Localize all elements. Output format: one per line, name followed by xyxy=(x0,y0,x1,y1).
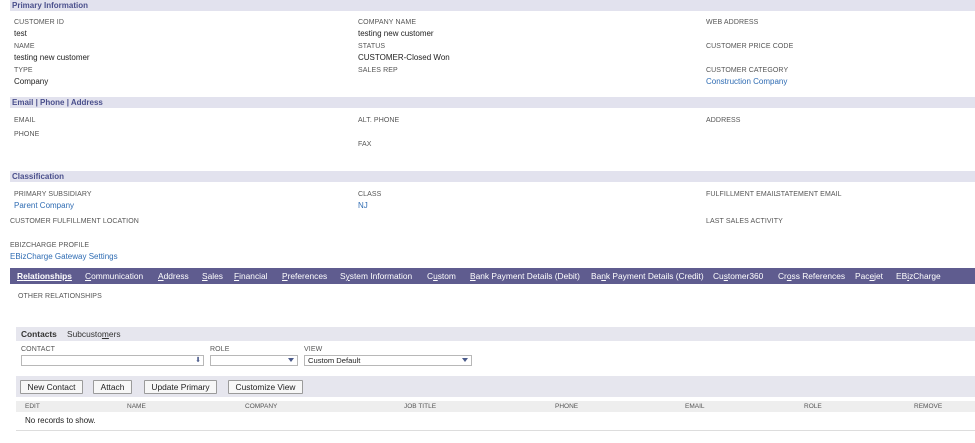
tab-bank-payment-debit[interactable]: Bank Payment Details (Debit) xyxy=(470,268,580,284)
type-value: Company xyxy=(14,77,49,86)
attach-button[interactable]: Attach xyxy=(93,380,132,394)
column-header-phone[interactable]: PHONE xyxy=(555,401,578,412)
class-link[interactable]: NJ xyxy=(358,201,368,210)
subsidiary-label: PRIMARY SUBSIDIARY xyxy=(14,191,92,198)
category-label: CUSTOMER CATEGORY xyxy=(706,67,789,74)
tab-address[interactable]: Address xyxy=(158,268,189,284)
fulfillment-location-label: CUSTOMER FULFILLMENT LOCATION xyxy=(10,218,139,225)
subtab-contacts[interactable]: Contacts xyxy=(21,327,57,341)
column-header-name[interactable]: NAME xyxy=(127,401,146,412)
column-header-remove[interactable]: REMOVE xyxy=(914,401,942,412)
phone-label: PHONE xyxy=(14,131,40,138)
column-header-role[interactable]: ROLE xyxy=(804,401,822,412)
role-filter-label: ROLE xyxy=(210,346,230,353)
category-link[interactable]: Construction Company xyxy=(706,77,787,86)
company-name-label: COMPANY NAME xyxy=(358,19,417,26)
view-filter-value: Custom Default xyxy=(308,356,361,365)
tab-communication[interactable]: Communication xyxy=(85,268,143,284)
tab-custom[interactable]: Custom xyxy=(427,268,456,284)
empty-table-message: No records to show. xyxy=(25,416,96,425)
fulfillment-email-label: FULFILLMENT EMAIL xyxy=(706,191,778,198)
contact-info-header[interactable]: Email | Phone | Address xyxy=(10,97,975,108)
column-header-email[interactable]: EMAIL xyxy=(685,401,705,412)
status-value: CUSTOMER-Closed Won xyxy=(358,53,450,62)
fax-label: FAX xyxy=(358,141,372,148)
new-contact-button[interactable]: New Contact xyxy=(20,380,83,394)
contact-filter-label: CONTACT xyxy=(21,346,56,353)
contact-filter-select[interactable]: ⬇︎ xyxy=(21,355,204,366)
class-label: CLASS xyxy=(358,191,382,198)
tab-sales[interactable]: Sales xyxy=(202,268,223,284)
other-relationships-label: OTHER RELATIONSHIPS xyxy=(18,293,102,300)
tab-pacejet[interactable]: Pacejet xyxy=(855,268,883,284)
primary-info-header[interactable]: Primary Information xyxy=(10,0,975,11)
ebiz-profile-link[interactable]: EBizCharge Gateway Settings xyxy=(10,252,118,261)
column-header-company[interactable]: COMPANY xyxy=(245,401,277,412)
sales-rep-label: SALES REP xyxy=(358,67,398,74)
customer-id-label: CUSTOMER ID xyxy=(14,19,64,26)
type-label: TYPE xyxy=(14,67,33,74)
tab-cross-references[interactable]: Cross References xyxy=(778,268,845,284)
email-label: EMAIL xyxy=(14,117,36,124)
chevron-down-icon xyxy=(288,358,294,362)
tab-customer360[interactable]: Customer360 xyxy=(713,268,763,284)
last-sales-activity-label: LAST SALES ACTIVITY xyxy=(706,218,783,225)
double-chevron-down-icon: ⬇︎ xyxy=(195,357,201,364)
sub-tab-bar: Contacts Subcustomers xyxy=(16,327,975,341)
tab-bank-payment-credit[interactable]: Bank Payment Details (Credit) xyxy=(591,268,704,284)
column-header-edit[interactable]: EDIT xyxy=(25,401,40,412)
subtab-subcustomers[interactable]: Subcustomers xyxy=(67,327,121,341)
name-label: NAME xyxy=(14,43,35,50)
status-label: STATUS xyxy=(358,43,386,50)
update-primary-button[interactable]: Update Primary xyxy=(144,380,217,394)
view-filter-select[interactable]: Custom Default xyxy=(304,355,472,366)
tab-financial[interactable]: Financial xyxy=(234,268,268,284)
name-value: testing new customer xyxy=(14,53,90,62)
tab-system-information[interactable]: System Information xyxy=(340,268,412,284)
role-filter-select[interactable] xyxy=(210,355,298,366)
classification-header[interactable]: Classification xyxy=(10,171,975,182)
main-tab-bar: Relationships Communication Address Sale… xyxy=(10,268,975,284)
view-filter-label: VIEW xyxy=(304,346,323,353)
price-code-label: CUSTOMER PRICE CODE xyxy=(706,43,794,50)
subsidiary-link[interactable]: Parent Company xyxy=(14,201,74,210)
customize-view-button[interactable]: Customize View xyxy=(228,380,303,394)
web-address-label: WEB ADDRESS xyxy=(706,19,759,26)
statement-email-label: STATEMENT EMAIL xyxy=(776,191,842,198)
table-bottom-divider xyxy=(16,430,975,431)
contacts-table-header: EDIT NAME COMPANY JOB TITLE PHONE EMAIL … xyxy=(16,401,975,412)
tab-ebizcharge[interactable]: EBizCharge xyxy=(896,268,941,284)
ebiz-profile-label: EBIZCHARGE PROFILE xyxy=(10,242,90,249)
tab-preferences[interactable]: Preferences xyxy=(282,268,327,284)
action-button-bar: New Contact Attach Update Primary Custom… xyxy=(16,376,975,397)
column-header-job-title[interactable]: JOB TITLE xyxy=(404,401,436,412)
company-name-value: testing new customer xyxy=(358,29,434,38)
chevron-down-icon xyxy=(462,358,468,362)
customer-id-value: test xyxy=(14,29,27,38)
alt-phone-label: ALT. PHONE xyxy=(358,117,400,124)
tab-relationships[interactable]: Relationships xyxy=(17,268,72,284)
address-label: ADDRESS xyxy=(706,117,741,124)
